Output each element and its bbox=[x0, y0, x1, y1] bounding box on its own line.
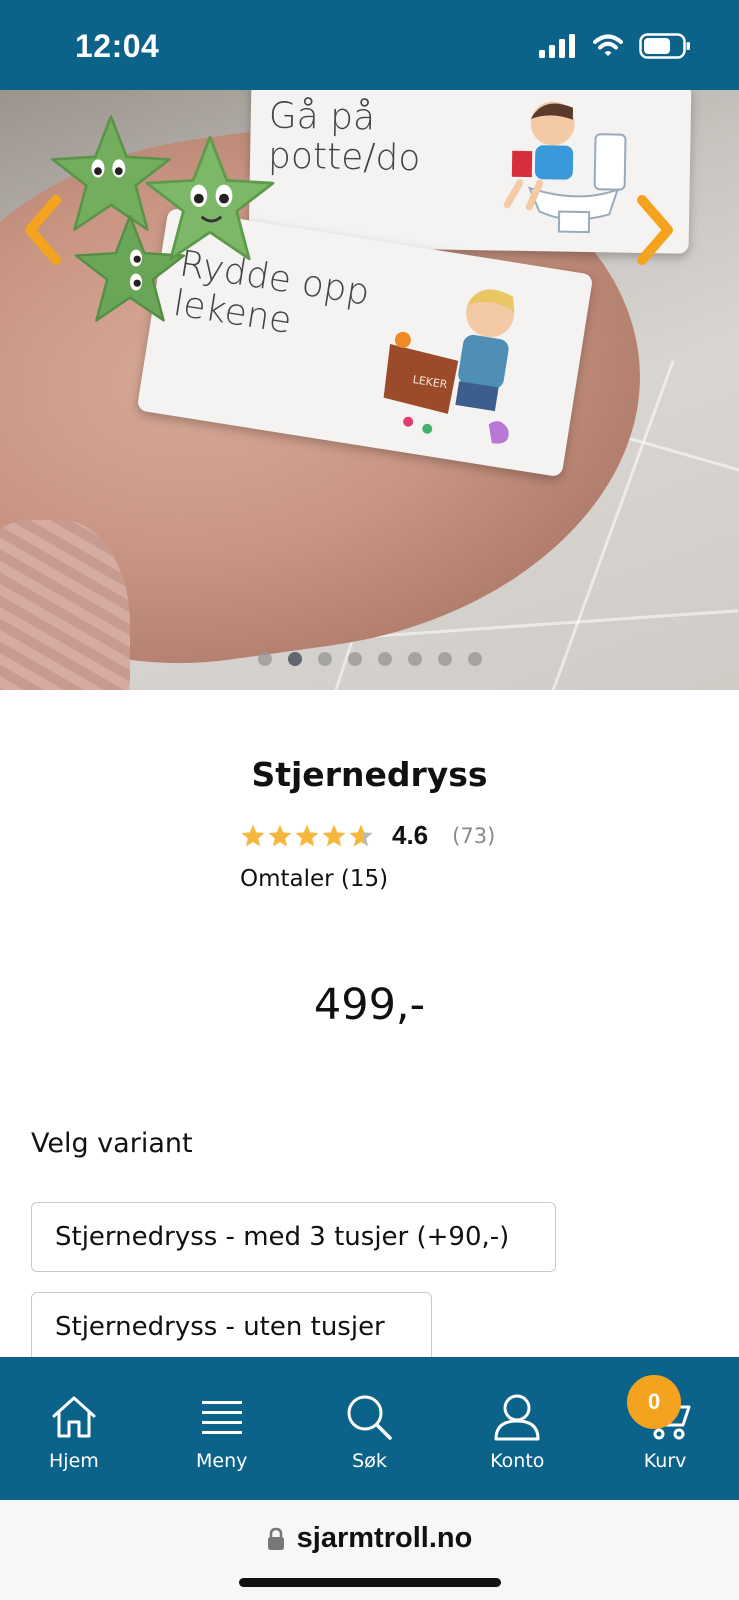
star-icon bbox=[349, 824, 373, 846]
lock-icon bbox=[267, 1527, 284, 1550]
product-title: Stjernedryss bbox=[251, 755, 488, 794]
cart-count-badge: 0 bbox=[627, 1375, 682, 1429]
nav-label: Søk bbox=[352, 1450, 387, 1472]
wifi-icon bbox=[593, 34, 623, 56]
chore-card-potty: Gå på potte/do bbox=[248, 90, 692, 254]
nav-label: Hjem bbox=[49, 1450, 99, 1472]
nav-item-account[interactable]: Konto bbox=[443, 1357, 591, 1500]
variant-option-with-markers[interactable]: Stjernedryss - med 3 tusjer (+90,-) bbox=[31, 1202, 556, 1272]
nav-label: Kurv bbox=[643, 1450, 687, 1472]
green-star-decoration bbox=[145, 135, 275, 261]
nav-item-search[interactable]: Søk bbox=[296, 1357, 444, 1500]
nav-label: Konto bbox=[490, 1450, 545, 1472]
star-icon bbox=[322, 824, 346, 846]
bottom-navigation: Hjem Meny Søk Konto Kurv 0 bbox=[0, 1357, 739, 1500]
gallery-dot[interactable] bbox=[347, 652, 362, 666]
product-price: 499,- bbox=[313, 980, 426, 1030]
product-image-gallery[interactable]: Gå på potte/do Rydde opp lekene LEKER bbox=[0, 90, 739, 690]
nav-label: Meny bbox=[196, 1450, 248, 1472]
reviews-link[interactable]: Omtaler (15) bbox=[240, 866, 388, 892]
star-icon bbox=[241, 824, 265, 846]
rating-row: 4.6 (73) bbox=[240, 820, 495, 851]
gallery-next-button[interactable] bbox=[630, 190, 680, 270]
rating-value: 4.6 bbox=[392, 820, 429, 850]
child-with-toybox-illustration bbox=[383, 289, 515, 444]
menu-icon bbox=[201, 1401, 242, 1434]
home-indicator bbox=[239, 1578, 501, 1587]
status-time: 12:04 bbox=[75, 28, 160, 64]
rating-count: (73) bbox=[452, 823, 496, 848]
variant-option-without-markers[interactable]: Stjernedryss - uten tusjer bbox=[31, 1292, 432, 1362]
nav-item-cart[interactable]: Kurv 0 bbox=[591, 1357, 739, 1500]
variant-label: Velg variant bbox=[31, 1128, 193, 1159]
gallery-dot[interactable] bbox=[467, 652, 482, 666]
status-icons bbox=[539, 33, 691, 59]
url-domain: sjarmtroll.no bbox=[296, 1522, 473, 1554]
gallery-prev-button[interactable] bbox=[18, 190, 68, 270]
gallery-dot[interactable] bbox=[437, 652, 452, 666]
home-icon bbox=[52, 1396, 96, 1438]
gallery-dot[interactable] bbox=[377, 652, 392, 666]
status-bar: 12:04 bbox=[0, 0, 739, 90]
gallery-dot[interactable] bbox=[257, 652, 272, 666]
star-icon bbox=[295, 824, 319, 846]
gallery-pagination bbox=[0, 652, 739, 666]
gallery-dot[interactable] bbox=[407, 652, 422, 666]
battery-icon bbox=[639, 33, 690, 59]
gallery-dot[interactable] bbox=[317, 652, 332, 666]
card-text-line: Gå på bbox=[268, 95, 376, 139]
search-icon bbox=[347, 1395, 393, 1440]
nav-item-home[interactable]: Hjem bbox=[0, 1357, 148, 1500]
page: 12:04 Gå på potte/do Rydde opp lekene LE… bbox=[0, 0, 739, 1600]
card-text-line: potte/do bbox=[267, 135, 421, 180]
nav-item-menu[interactable]: Meny bbox=[148, 1357, 296, 1500]
signal-icon bbox=[539, 34, 575, 58]
gallery-dot[interactable] bbox=[287, 652, 302, 666]
rating-stars bbox=[240, 823, 374, 849]
star-icon bbox=[268, 824, 292, 846]
account-icon bbox=[494, 1394, 540, 1441]
child-on-toilet-illustration bbox=[503, 101, 627, 234]
